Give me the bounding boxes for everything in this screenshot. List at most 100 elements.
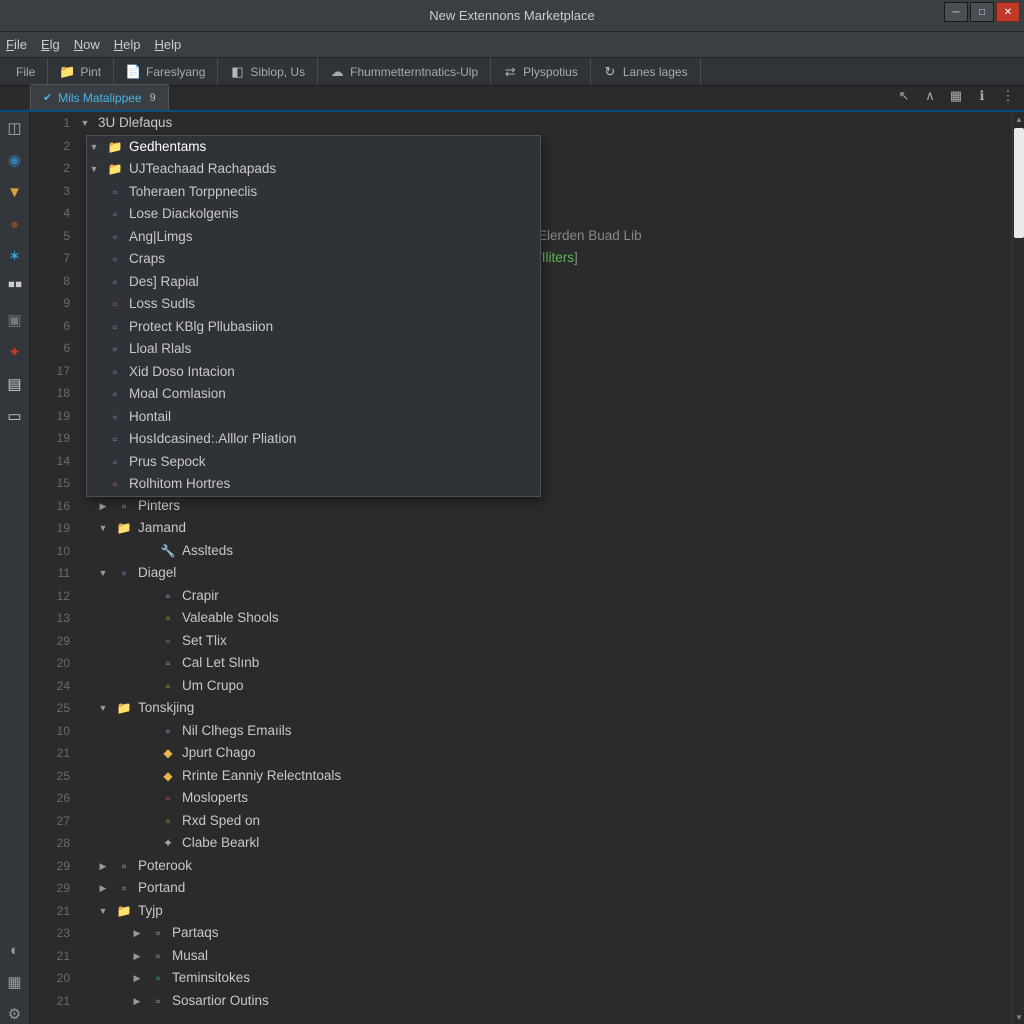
tree-item[interactable]: ▫Set Tlix <box>78 630 1024 653</box>
menu-item[interactable]: Elg <box>41 37 60 52</box>
tree-item[interactable]: ▫Valeable Shools <box>78 607 1024 630</box>
close-button[interactable]: ✕ <box>996 2 1020 22</box>
twisty-icon[interactable] <box>96 495 110 518</box>
tree-item[interactable]: ▫Diagel <box>78 562 1024 585</box>
tree-item[interactable]: 📁Jamand <box>78 517 1024 540</box>
popup-item[interactable]: ▫Toheraen Torppneclis <box>87 181 540 204</box>
grid-icon[interactable]: ▦ <box>948 88 964 104</box>
activity-icon[interactable]: ✦ <box>5 342 25 362</box>
tool-group[interactable]: File <box>4 58 48 85</box>
info-icon[interactable]: ℹ <box>974 88 990 104</box>
file-doc-icon: ▫ <box>116 565 132 581</box>
activity-icon[interactable]: ● <box>5 214 25 234</box>
tree-item[interactable]: ▫Mosloperts <box>78 787 1024 810</box>
scroll-thumb[interactable] <box>1014 128 1024 238</box>
twisty-icon[interactable] <box>130 967 144 990</box>
popup-item[interactable]: ▫Lloal Rlals <box>87 338 540 361</box>
tree-item[interactable]: ▫Sosartior Outins <box>78 990 1024 1013</box>
tree-item[interactable]: ▫Rxd Sped on <box>78 810 1024 833</box>
popup-item[interactable]: ▫Hontail <box>87 406 540 429</box>
tree-item[interactable]: ▫Poterook <box>78 855 1024 878</box>
file-blue-icon: ▫ <box>107 251 123 267</box>
menu-item[interactable]: Help <box>155 37 182 52</box>
cursor-icon[interactable]: ↖ <box>896 88 912 104</box>
activity-icon[interactable]: ▣ <box>5 310 25 330</box>
item-label: Crapir <box>182 585 219 608</box>
twisty-icon[interactable] <box>130 945 144 968</box>
maximize-button[interactable]: □ <box>970 2 994 22</box>
tree-item[interactable]: ▫Crapir <box>78 585 1024 608</box>
popup-item[interactable]: ▫HosIdcasined:.Alllor Pliation <box>87 428 540 451</box>
twisty-icon[interactable] <box>130 922 144 945</box>
tree-root[interactable]: 3U Dlefaqus <box>78 112 1024 135</box>
tab-active[interactable]: ✔ Mils Matalippee 9 <box>30 84 169 110</box>
tree-item[interactable]: ▫Musal <box>78 945 1024 968</box>
menu-item[interactable]: Now <box>74 37 100 52</box>
popup-item[interactable]: ▫Craps <box>87 248 540 271</box>
tree-item[interactable]: 📁Tyjp <box>78 900 1024 923</box>
tree-item[interactable]: ▫Partaqs <box>78 922 1024 945</box>
scroll-down-icon[interactable]: ▼ <box>1013 1010 1024 1024</box>
menu-item[interactable]: File <box>6 37 27 52</box>
menu-item[interactable]: Help <box>114 37 141 52</box>
tool-group[interactable]: 📄 Fareslyang <box>114 58 218 85</box>
up-icon[interactable]: ∧ <box>922 88 938 104</box>
popup-item[interactable]: ▫Des] Rapial <box>87 271 540 294</box>
twisty-icon[interactable] <box>87 136 101 159</box>
scroll-up-icon[interactable]: ▲ <box>1013 112 1024 126</box>
tree-item[interactable]: 🔧Asslteds <box>78 540 1024 563</box>
tool-group[interactable]: ☁ Fhummetterntnatics-Ulp <box>318 58 491 85</box>
popup-item[interactable]: ▫Proteсt KBlg Pllubasiion <box>87 316 540 339</box>
more-icon[interactable]: ⋮ <box>1000 88 1016 104</box>
twisty-icon[interactable] <box>96 697 110 720</box>
activity-icon[interactable]: ✶ <box>5 246 25 266</box>
tree-item[interactable]: ▫Teminsitokes <box>78 967 1024 990</box>
tree-item[interactable]: ▫Portand <box>78 877 1024 900</box>
activity-icon[interactable]: ▼ <box>5 182 25 202</box>
tree-item[interactable]: ◆Jpurt Chago <box>78 742 1024 765</box>
file-page-icon: ▫ <box>160 655 176 671</box>
minimize-button[interactable]: ─ <box>944 2 968 22</box>
popup-item[interactable]: ▫Ang|Limgs <box>87 226 540 249</box>
twisty-icon[interactable] <box>96 517 110 540</box>
twisty-icon[interactable] <box>78 112 92 135</box>
activity-icon[interactable]: ▭ <box>5 406 25 426</box>
activity-icon[interactable]: ▦ <box>5 972 25 992</box>
activity-icon[interactable] <box>5 278 25 298</box>
popup-item[interactable]: 📁Gedhentams <box>87 136 540 159</box>
tool-group[interactable]: 📁 Pint <box>48 58 114 85</box>
gutter-line: 29 <box>30 877 70 900</box>
tree-item[interactable]: ✦Clabe Bearkl <box>78 832 1024 855</box>
activity-icon[interactable]: ◫ <box>5 118 25 138</box>
popup-item[interactable]: ▫Prus Sepock <box>87 451 540 474</box>
tool-group[interactable]: ↻ Lanes lages <box>591 58 701 85</box>
tree-item[interactable]: ▫Pinters <box>78 495 1024 518</box>
popup-item[interactable]: ▫Loss Sudls <box>87 293 540 316</box>
activity-icon[interactable]: ◐ <box>5 940 25 960</box>
activity-icon[interactable]: ◉ <box>5 150 25 170</box>
popup-item[interactable]: ▫Rolhitom Hortres <box>87 473 540 496</box>
popup-item[interactable]: 📁UJTeachaad Rachapads <box>87 158 540 181</box>
twisty-icon[interactable] <box>96 900 110 923</box>
tree-item[interactable]: 📁Tonskjing <box>78 697 1024 720</box>
tool-group[interactable]: ⇄ Plyspotius <box>491 58 591 85</box>
activity-icon[interactable]: ⚙ <box>5 1004 25 1024</box>
tree-item[interactable]: ▫Cal Let Slınb <box>78 652 1024 675</box>
tree-item[interactable]: ◆Rrinte Eanniy Relectntoals <box>78 765 1024 788</box>
popup-item[interactable]: ▫Xid Doso Intacion <box>87 361 540 384</box>
activity-icon[interactable]: ▤ <box>5 374 25 394</box>
tree-item[interactable]: ▫Nil Clhegs Emaıils <box>78 720 1024 743</box>
tool-group[interactable]: ◧ Siblop, Us <box>218 58 318 85</box>
popup-item[interactable]: ▫Moal Comlasion <box>87 383 540 406</box>
twisty-icon[interactable] <box>96 855 110 878</box>
twisty-icon[interactable] <box>96 562 110 585</box>
scrollbar[interactable]: ▲ ▼ <box>1012 112 1024 1024</box>
twisty-icon[interactable] <box>87 158 101 181</box>
twisty-icon[interactable] <box>96 877 110 900</box>
gutter-line: 1 <box>30 112 70 135</box>
popup-item[interactable]: ▫Lose Diackolgenis <box>87 203 540 226</box>
tree-item[interactable]: ▫Um Crupo <box>78 675 1024 698</box>
item-label: Jamand <box>138 517 186 540</box>
twisty-icon[interactable] <box>130 990 144 1013</box>
gutter-line: 5 <box>30 225 70 248</box>
